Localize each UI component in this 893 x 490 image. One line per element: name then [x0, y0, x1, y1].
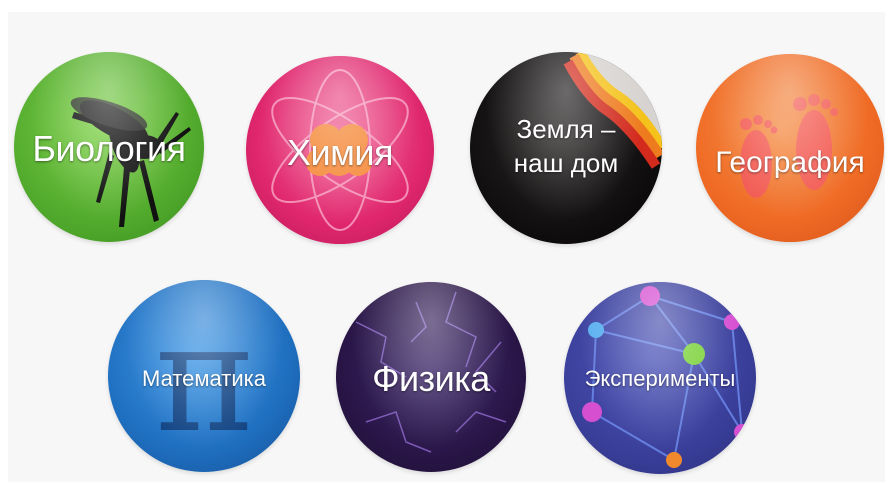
topic-chemistry[interactable]: Химия [246, 56, 434, 244]
topic-biology-label: Биология [32, 128, 186, 169]
topic-earth-label: Земля – наш дом [470, 112, 662, 180]
topic-biology[interactable]: Биология [14, 52, 204, 242]
topic-physics[interactable]: Физика [336, 282, 526, 472]
topic-earth-label-line1: Земля – [516, 114, 616, 144]
topic-experiments-label: Эксперименты [584, 366, 736, 391]
topic-experiments[interactable]: Эксперименты [564, 282, 756, 474]
topic-math[interactable]: π Математика [108, 280, 300, 472]
topic-earth-label-line2: наш дом [513, 148, 619, 178]
topics-panel: Биология Химия Земля – наш дом География… [8, 12, 885, 482]
topic-geography[interactable]: География [696, 54, 884, 242]
topic-physics-label: Физика [372, 358, 490, 399]
topic-chemistry-label: Химия [287, 132, 393, 173]
topic-math-label: Математика [142, 366, 266, 391]
topic-geography-label: География [715, 146, 865, 179]
topic-earth[interactable]: Земля – наш дом [470, 52, 662, 244]
